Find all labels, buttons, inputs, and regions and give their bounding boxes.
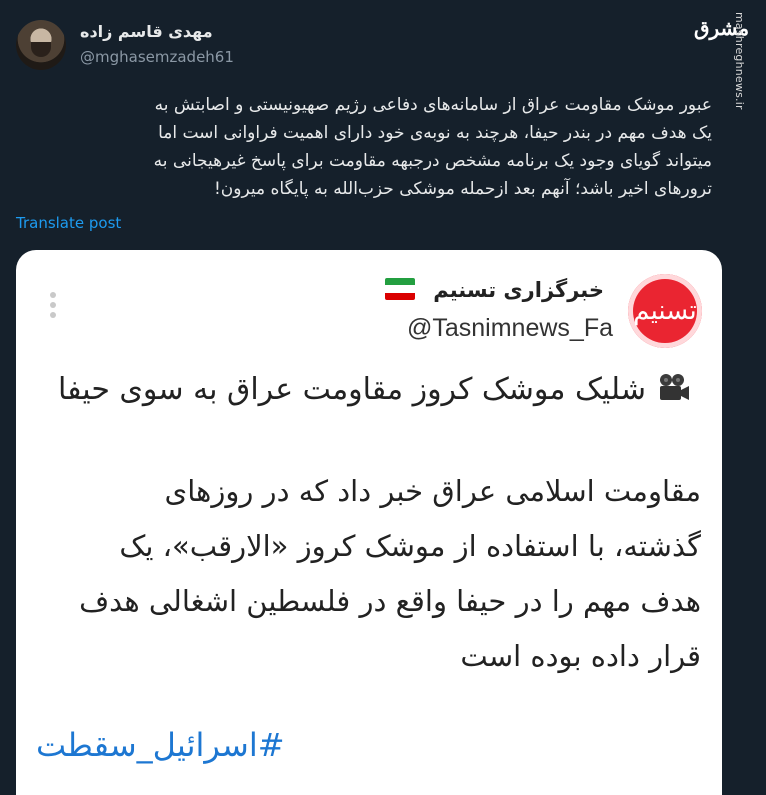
author-name[interactable]: مهدی قاسم زاده bbox=[80, 22, 213, 41]
tweet-text-line: میتواند گویای وجود یک برنامه مشخص درجبهه… bbox=[153, 151, 712, 171]
watermark-url: mashreghnews.ir bbox=[733, 12, 746, 110]
tweet-text-line: یک هدف مهم در بندر حیفا، هرچند به نوبه‌ی… bbox=[158, 123, 712, 143]
embedded-body: مقاومت اسلامی عراق خبر داد که در روزهای … bbox=[36, 464, 701, 684]
embedded-body-line: هدف مهم را در حیفا واقع در فلسطین اشغالی… bbox=[79, 584, 701, 618]
embedded-body-line: مقاومت اسلامی عراق خبر داد که در روزهای bbox=[164, 474, 702, 508]
tweet-text: عبور موشک مقاومت عراق از سامانه‌های دفاع… bbox=[16, 91, 712, 203]
avatar-face-detail bbox=[31, 42, 51, 57]
hashtag-link[interactable]: #اسرائیل_سقطت bbox=[36, 726, 296, 764]
iran-flag-icon bbox=[385, 278, 415, 300]
embedded-body-line: قرار داده بوده است bbox=[460, 639, 701, 673]
embedded-account-name[interactable]: خبرگزاری تسنیم bbox=[386, 278, 604, 302]
author-avatar[interactable] bbox=[16, 20, 66, 70]
translate-post-link[interactable]: Translate post bbox=[16, 214, 121, 232]
more-options-icon[interactable] bbox=[49, 290, 57, 318]
mashregh-logo: مشرق bbox=[694, 16, 750, 40]
embedded-body-line: گذشته، با استفاده از موشک کروز «الارقب»،… bbox=[119, 529, 701, 563]
embedded-post-card[interactable]: تسنیم خبرگزاری تسنیم @Tasnimnews_Fa شلیک… bbox=[16, 250, 722, 795]
video-camera-icon bbox=[660, 374, 689, 400]
embedded-headline: شلیک موشک کروز مقاومت عراق به سوی حیفا bbox=[57, 372, 646, 407]
tweet-text-line: ترورهای اخیر باشد؛ آنهم بعد ازحمله موشکی… bbox=[213, 179, 712, 199]
embedded-account-handle[interactable]: @Tasnimnews_Fa bbox=[368, 314, 613, 343]
author-handle[interactable]: @mghasemzadeh61 bbox=[80, 48, 234, 66]
tweet-text-line: عبور موشک مقاومت عراق از سامانه‌های دفاع… bbox=[154, 95, 712, 115]
tasnim-logo: تسنیم bbox=[628, 274, 702, 348]
